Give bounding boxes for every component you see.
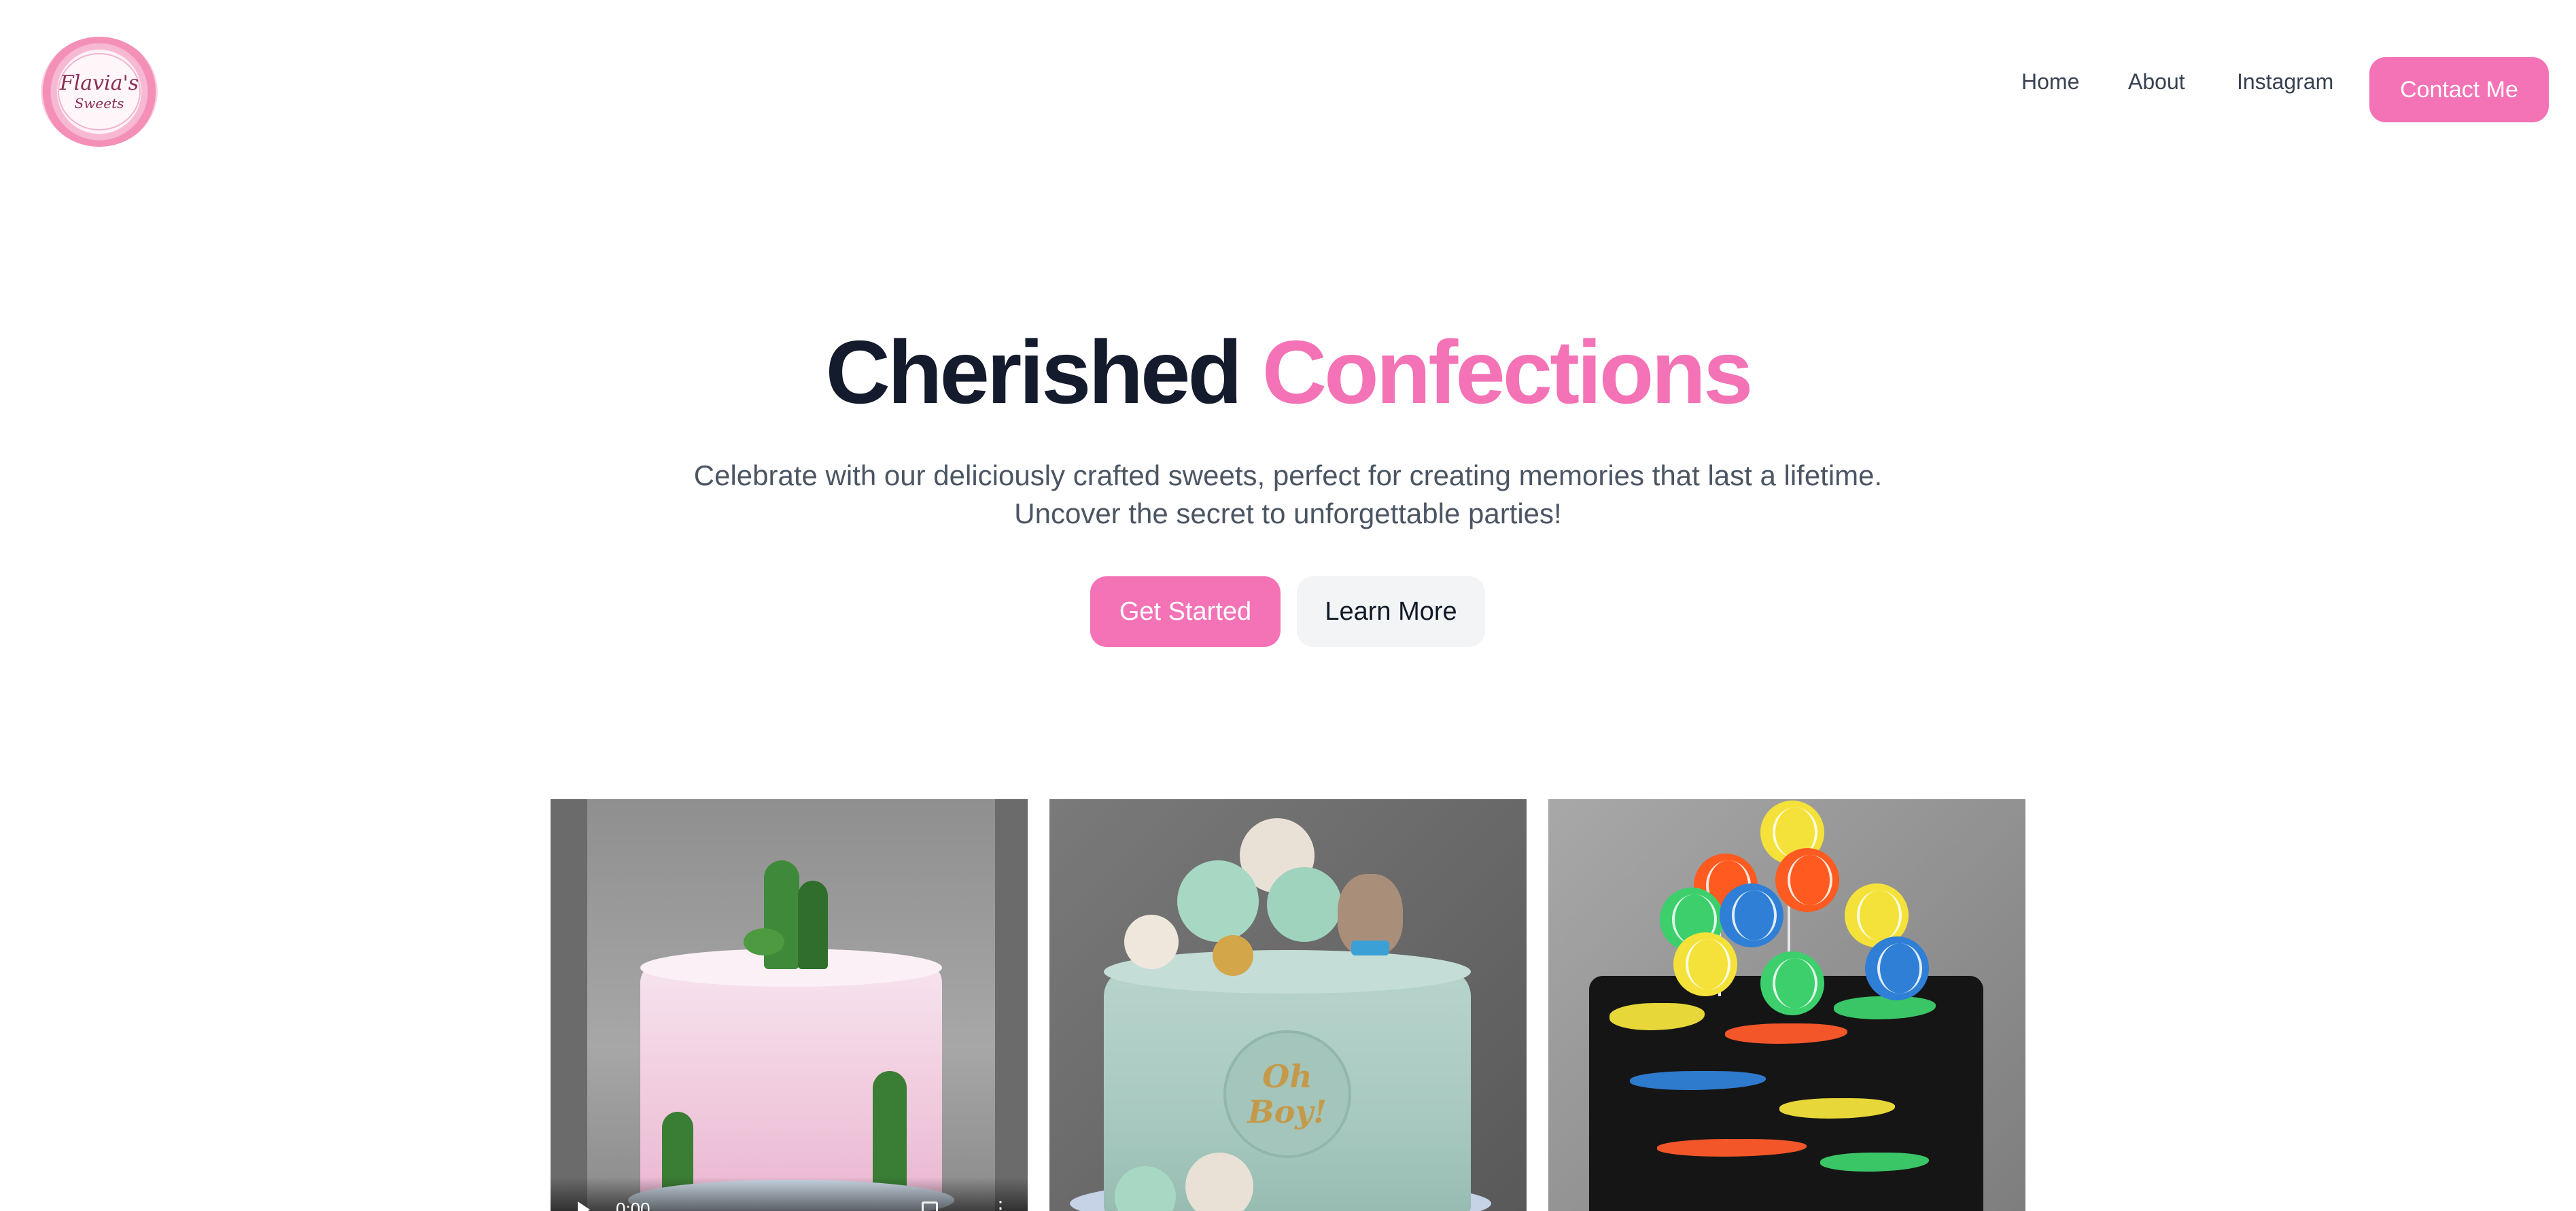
more-icon[interactable]: ⋮ [991,1199,1010,1211]
cake-plaque: Oh Boy! [1223,1030,1351,1158]
fondant-ball [1124,915,1179,969]
logo-name: Flavia's [59,71,139,95]
hero-title-dark: Cherished [825,322,1242,422]
logo-sub: Sweets [74,95,124,111]
cactus-decoration [744,928,784,955]
play-icon[interactable] [578,1201,590,1211]
hero-subtitle-line-2: Uncover the secret to unforgettable part… [1014,497,1562,529]
get-started-button[interactable]: Get Started [1090,576,1281,647]
tennis-ball-topper [1673,932,1737,996]
logo[interactable]: Flavia's Sweets [41,37,158,147]
hero-title: Cherished Confections [0,318,2576,427]
cactus-decoration [798,881,828,969]
learn-more-button[interactable]: Learn More [1297,576,1485,647]
hero-subtitle: Celebrate with our deliciously crafted s… [0,457,2576,533]
nav-about-link[interactable]: About [2128,69,2185,94]
tennis-ball-topper [1760,951,1824,1015]
logo-badge: Flavia's Sweets [58,53,141,130]
fondant-ball [1177,860,1259,942]
tennis-ball-topper [1865,936,1929,1000]
hero-subtitle-line-1: Celebrate with our deliciously crafted s… [693,459,1883,491]
plaque-line-1: Oh [1262,1058,1312,1095]
fondant-ball [1267,867,1342,942]
contact-me-button[interactable]: Contact Me [2369,57,2549,122]
tennis-ball-topper [1720,883,1783,947]
tennis-cake-image [1548,799,2025,1211]
cactus-cake-video[interactable]: 0:00 ⋮ [551,799,1028,1211]
cactus-decoration [873,1071,907,1193]
bear-bow [1351,941,1389,955]
plaque-line-2: Boy! [1247,1093,1327,1130]
nav-home-link[interactable]: Home [2021,69,2079,94]
video-frame [587,799,995,1211]
tennis-ball-topper [1775,848,1839,912]
fullscreen-icon[interactable] [922,1201,938,1211]
oh-boy-cake-image: Oh Boy! [1049,799,1527,1211]
video-time: 0:00 [616,1199,650,1211]
fondant-ball [1213,935,1253,976]
nav-instagram-link[interactable]: Instagram [2237,69,2333,94]
hero-title-accent: Confections [1261,322,1754,422]
